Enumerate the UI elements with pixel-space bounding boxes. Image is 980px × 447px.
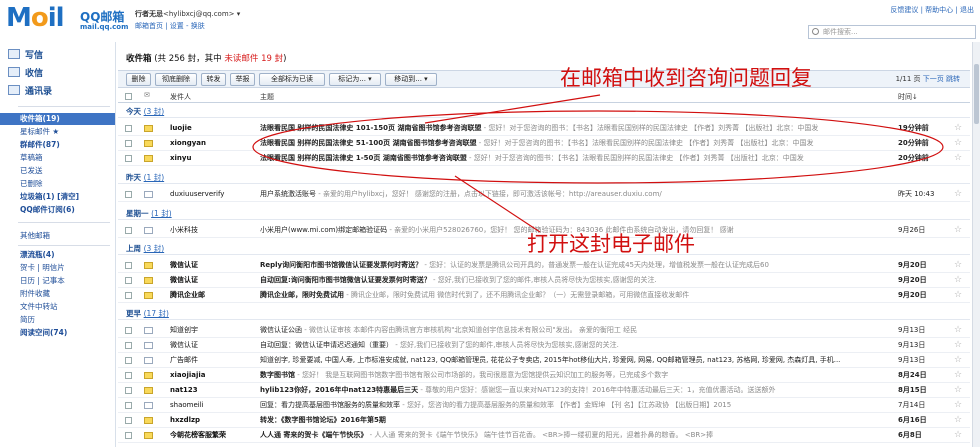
annotation-arrow-line <box>454 175 541 233</box>
annotation-overlay <box>252 94 944 233</box>
annotation-arrow-line <box>424 94 601 124</box>
highlight-ellipse <box>252 110 944 184</box>
annotation-received-reply: 在邮箱中收到咨询问题回复 <box>560 66 812 90</box>
annotation-open-email: 打开这封电子邮件 <box>527 232 695 256</box>
